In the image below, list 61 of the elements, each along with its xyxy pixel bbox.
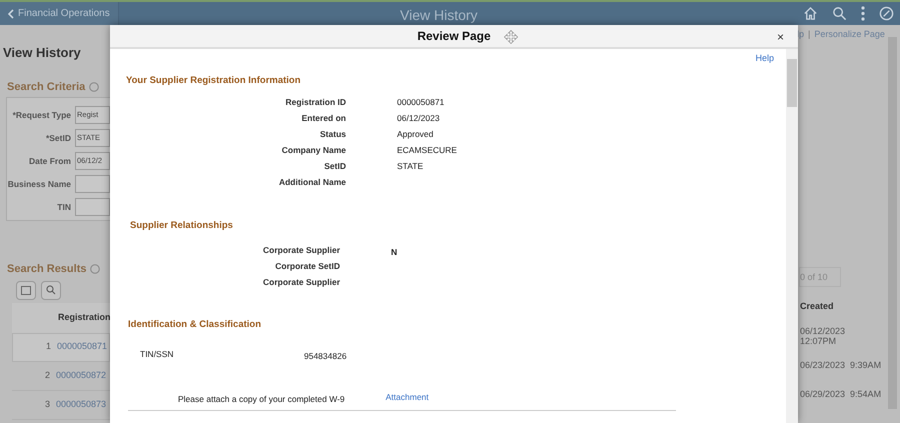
grid-settings-icon[interactable]	[16, 280, 36, 300]
row-number: 3	[44, 398, 51, 411]
search-icon[interactable]	[832, 6, 847, 21]
registration-link[interactable]: 0000050872	[54, 368, 106, 382]
attachment-link[interactable]: Attachment	[386, 390, 429, 404]
table-cell-text: 06/29/2023 9:54AM	[800, 388, 882, 400]
field-label: Registration ID	[284, 96, 346, 108]
field-label: SetID	[323, 160, 346, 172]
field-label: *SetID	[44, 132, 71, 144]
table-row[interactable]: 1 0000050871	[12, 332, 110, 362]
section-heading: Search Criteria	[7, 80, 86, 94]
table-cell-text: 06/23/2023 9:39AM	[800, 358, 882, 372]
column-header: Registration	[58, 310, 110, 324]
column-header: Created	[800, 300, 834, 313]
field-label: Company Name	[280, 144, 346, 156]
field-label: Corporate SetID	[274, 260, 340, 270]
input-field[interactable]	[75, 175, 110, 193]
registration-link[interactable]: 0000050873	[54, 398, 106, 412]
field-value: N	[391, 246, 398, 254]
instruction-text: Please attach a copy of your completed W-9	[178, 392, 345, 406]
field-label: TIN/SSN	[140, 348, 175, 359]
close-button[interactable]: ×	[776, 28, 784, 46]
modal-title: Review Page	[417, 28, 491, 45]
field-value: 06/12/2023	[397, 112, 440, 124]
section-heading: Search Results	[7, 262, 86, 277]
field-value: STATE	[397, 160, 424, 172]
registration-link[interactable]: 0000050871	[55, 340, 108, 354]
field-value: 954834826	[304, 350, 347, 359]
field-label: Status	[319, 128, 346, 140]
more-icon[interactable]	[861, 6, 865, 21]
field-value: Approved	[397, 128, 434, 140]
section-heading: Your Supplier Registration Information	[126, 74, 302, 88]
navbar-icon[interactable]	[879, 6, 894, 21]
table-cell-text: 06/12/2023 12:07PM	[800, 324, 846, 348]
field-label: TIN	[56, 200, 71, 214]
field-value: ECAMSECURE	[397, 144, 457, 156]
help-link[interactable]: Help	[755, 52, 774, 66]
row-number: 1	[44, 340, 52, 354]
field-label: Additional Name	[278, 176, 346, 188]
field-label: Business Name	[7, 178, 71, 190]
home-icon[interactable]	[803, 6, 818, 21]
chevron-left-icon	[8, 8, 14, 18]
page-heading: View History	[3, 44, 82, 62]
section-heading: Supplier Relationships	[130, 219, 234, 234]
move-icon[interactable]	[504, 30, 518, 44]
help-icon[interactable]	[89, 82, 100, 92]
help-icon[interactable]	[90, 264, 100, 274]
page-title: View History	[400, 6, 478, 25]
field-value: 0000050871	[397, 96, 444, 108]
row-number: 2	[44, 368, 51, 382]
section-heading: Identification & Classification	[128, 318, 262, 332]
field-label: Corporate Supplier	[262, 276, 340, 286]
search-icon[interactable]	[41, 280, 61, 300]
back-button[interactable]: Financial Operations	[0, 2, 119, 25]
input-field[interactable]	[75, 198, 110, 216]
field-label: Date From	[28, 154, 71, 168]
personalize-link[interactable]: Personalize Page	[814, 28, 885, 42]
separator-text: |	[808, 28, 810, 41]
field-label: Corporate Supplier	[262, 244, 340, 254]
field-label: Entered on	[300, 112, 346, 124]
field-label: *Request Type	[12, 108, 71, 122]
